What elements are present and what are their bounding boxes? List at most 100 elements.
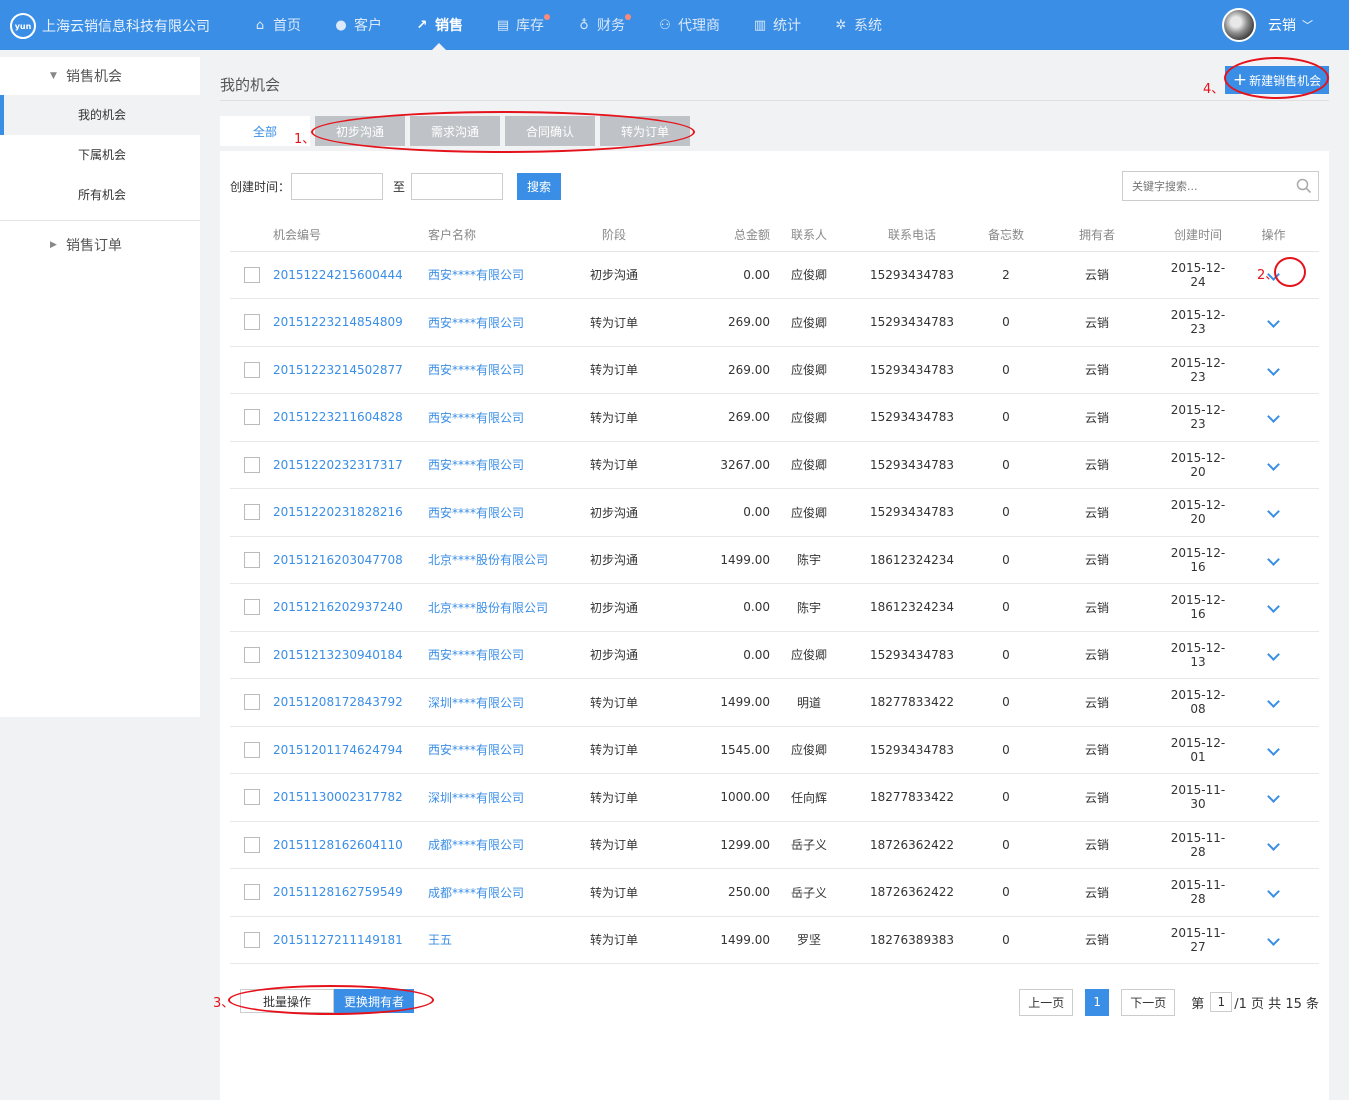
- new-opportunity-button[interactable]: + 新建销售机会: [1225, 66, 1329, 94]
- sidebar-item-my-opportunities[interactable]: 我的机会: [0, 95, 200, 135]
- chevron-down-icon[interactable]: [1267, 600, 1280, 614]
- customer-name-link[interactable]: 西安****有限公司: [428, 411, 524, 425]
- row-checkbox[interactable]: [243, 646, 260, 663]
- opportunity-id-link[interactable]: 20151128162759549: [273, 885, 403, 899]
- opportunity-id-link[interactable]: 20151223211604828: [273, 410, 403, 424]
- chevron-down-icon[interactable]: [1267, 505, 1280, 519]
- page-1-button[interactable]: 1: [1085, 988, 1110, 1016]
- row-checkbox[interactable]: [243, 551, 260, 568]
- opportunity-id-link[interactable]: 20151216203047708: [273, 553, 403, 567]
- row-checkbox[interactable]: [243, 836, 260, 853]
- chevron-down-icon[interactable]: [1267, 457, 1280, 471]
- table-row[interactable]: 20151127211149181 王五 转为订单 1499.00 罗坚 18276389…: [230, 916, 1319, 964]
- customer-name-link[interactable]: 深圳****有限公司: [428, 696, 524, 710]
- table-row[interactable]: 20151208172843792 深圳****有限公司 转为订单 1499.00 明道…: [230, 678, 1319, 727]
- customer-name-link[interactable]: 西安****有限公司: [428, 506, 524, 520]
- change-owner-button[interactable]: 更换拥有者: [334, 989, 414, 1013]
- row-checkbox[interactable]: [243, 599, 260, 616]
- brand[interactable]: yun 上海云销信息科技有限公司: [10, 13, 210, 39]
- nav-item-2[interactable]: ↗ 销售: [398, 0, 479, 50]
- chevron-down-icon[interactable]: [1267, 695, 1280, 709]
- opportunity-id-link[interactable]: 20151213230940184: [273, 648, 403, 662]
- row-checkbox[interactable]: [243, 694, 260, 711]
- search-button[interactable]: 搜索: [517, 172, 562, 200]
- opportunity-id-link[interactable]: 20151223214854809: [273, 315, 403, 329]
- chevron-down-icon[interactable]: [1267, 647, 1280, 661]
- row-checkbox[interactable]: [243, 741, 260, 758]
- nav-item-1[interactable]: ● 客户: [317, 0, 398, 50]
- customer-name-link[interactable]: 北京****股份有限公司: [428, 553, 548, 567]
- next-page-button[interactable]: 下一页: [1121, 988, 1176, 1016]
- nav-item-5[interactable]: ⚇ 代理商: [641, 0, 736, 50]
- page-number-input[interactable]: 1: [1210, 992, 1233, 1012]
- chevron-down-icon[interactable]: [1267, 932, 1280, 946]
- table-row[interactable]: 20151216202937240 北京****股份有限公司 初步沟通 0.00 陈宇 1…: [230, 583, 1319, 632]
- nav-item-3[interactable]: ▤ 库存: [479, 0, 560, 50]
- customer-name-link[interactable]: 成都****有限公司: [428, 838, 524, 852]
- customer-name-link[interactable]: 北京****股份有限公司: [428, 601, 548, 615]
- avatar[interactable]: [1222, 8, 1256, 42]
- tab-initial-contact[interactable]: 初步沟通: [315, 116, 405, 146]
- opportunity-id-link[interactable]: 20151220232317317: [273, 458, 403, 472]
- chevron-down-icon[interactable]: [1267, 837, 1280, 851]
- row-checkbox[interactable]: [243, 456, 260, 473]
- customer-name-link[interactable]: 深圳****有限公司: [428, 791, 524, 805]
- row-checkbox[interactable]: [243, 789, 260, 806]
- sidebar-item-all-opportunities[interactable]: 所有机会: [0, 175, 200, 215]
- nav-item-7[interactable]: ✲ 系统: [817, 0, 898, 50]
- table-row[interactable]: 20151223214502877 西安****有限公司 转为订单 269.00 应俊卿…: [230, 346, 1319, 394]
- row-checkbox[interactable]: [243, 314, 260, 331]
- table-row[interactable]: 20151128162759549 成都****有限公司 转为订单 250.00 岳子义…: [230, 868, 1319, 917]
- customer-name-link[interactable]: 西安****有限公司: [428, 363, 524, 377]
- table-row[interactable]: 20151213230940184 西安****有限公司 初步沟通 0.00 应俊卿 15…: [230, 631, 1319, 679]
- keyword-search-input[interactable]: [1123, 172, 1290, 200]
- row-checkbox[interactable]: [243, 361, 260, 378]
- sidebar-group-sales-opportunity[interactable]: ▼ 销售机会: [0, 57, 200, 95]
- table-row[interactable]: 20151223211604828 西安****有限公司 转为订单 269.00 应俊卿…: [230, 393, 1319, 442]
- start-date-input[interactable]: [291, 172, 384, 200]
- table-row[interactable]: 20151201174624794 西安****有限公司 转为订单 1545.00 应俊…: [230, 726, 1319, 774]
- prev-page-button[interactable]: 上一页: [1019, 988, 1074, 1016]
- opportunity-id-link[interactable]: 20151223214502877: [273, 363, 403, 377]
- opportunity-id-link[interactable]: 20151130002317782: [273, 790, 403, 804]
- customer-name-link[interactable]: 王五: [428, 933, 452, 947]
- table-row[interactable]: 20151130002317782 深圳****有限公司 转为订单 1000.00 任向…: [230, 773, 1319, 822]
- user-menu[interactable]: 云销 ﹀: [1222, 8, 1313, 42]
- opportunity-id-link[interactable]: 20151220231828216: [273, 505, 403, 519]
- tab-converted-to-order[interactable]: 转为订单: [600, 116, 690, 146]
- customer-name-link[interactable]: 西安****有限公司: [428, 743, 524, 757]
- opportunity-id-link[interactable]: 20151201174624794: [273, 743, 403, 757]
- row-checkbox[interactable]: [243, 409, 260, 426]
- customer-name-link[interactable]: 成都****有限公司: [428, 886, 524, 900]
- customer-name-link[interactable]: 西安****有限公司: [428, 458, 524, 472]
- nav-item-4[interactable]: ♁ 财务: [560, 0, 641, 50]
- chevron-down-icon[interactable]: [1267, 790, 1280, 804]
- table-row[interactable]: 20151128162604110 成都****有限公司 转为订单 1299.00 岳子…: [230, 821, 1319, 869]
- table-row[interactable]: 20151224215600444 西安****有限公司 初步沟通 0.00 应俊卿 15…: [230, 251, 1319, 299]
- tab-requirement-communication[interactable]: 需求沟通: [410, 116, 500, 146]
- sidebar-item-subordinate-opportunities[interactable]: 下属机会: [0, 135, 200, 175]
- chevron-down-icon[interactable]: [1267, 552, 1280, 566]
- chevron-down-icon[interactable]: [1267, 885, 1280, 899]
- opportunity-id-link[interactable]: 20151208172843792: [273, 695, 403, 709]
- keyword-search-box[interactable]: [1122, 171, 1319, 201]
- customer-name-link[interactable]: 西安****有限公司: [428, 316, 524, 330]
- chevron-down-icon[interactable]: [1267, 315, 1280, 329]
- customer-name-link[interactable]: 西安****有限公司: [428, 268, 524, 282]
- sidebar-group-sales-orders[interactable]: ▶ 销售订单: [0, 226, 200, 264]
- opportunity-id-link[interactable]: 20151216202937240: [273, 600, 403, 614]
- tab-contract-confirmation[interactable]: 合同确认: [505, 116, 595, 146]
- chevron-down-icon[interactable]: [1267, 410, 1280, 424]
- chevron-down-icon[interactable]: [1267, 362, 1280, 376]
- nav-item-6[interactable]: ▥ 统计: [736, 0, 817, 50]
- nav-item-0[interactable]: ⌂ 首页: [236, 0, 317, 50]
- table-row[interactable]: 20151220232317317 西安****有限公司 转为订单 3267.00 应俊…: [230, 441, 1319, 489]
- table-row[interactable]: 20151216203047708 北京****股份有限公司 初步沟通 1499.00…: [230, 536, 1319, 584]
- opportunity-id-link[interactable]: 20151127211149181: [273, 933, 403, 947]
- customer-name-link[interactable]: 西安****有限公司: [428, 648, 524, 662]
- table-row[interactable]: 20151223214854809 西安****有限公司 转为订单 269.00 应俊卿…: [230, 298, 1319, 347]
- row-checkbox[interactable]: [243, 931, 260, 948]
- opportunity-id-link[interactable]: 20151128162604110: [273, 838, 403, 852]
- chevron-down-icon[interactable]: [1267, 742, 1280, 756]
- end-date-input[interactable]: [411, 172, 504, 200]
